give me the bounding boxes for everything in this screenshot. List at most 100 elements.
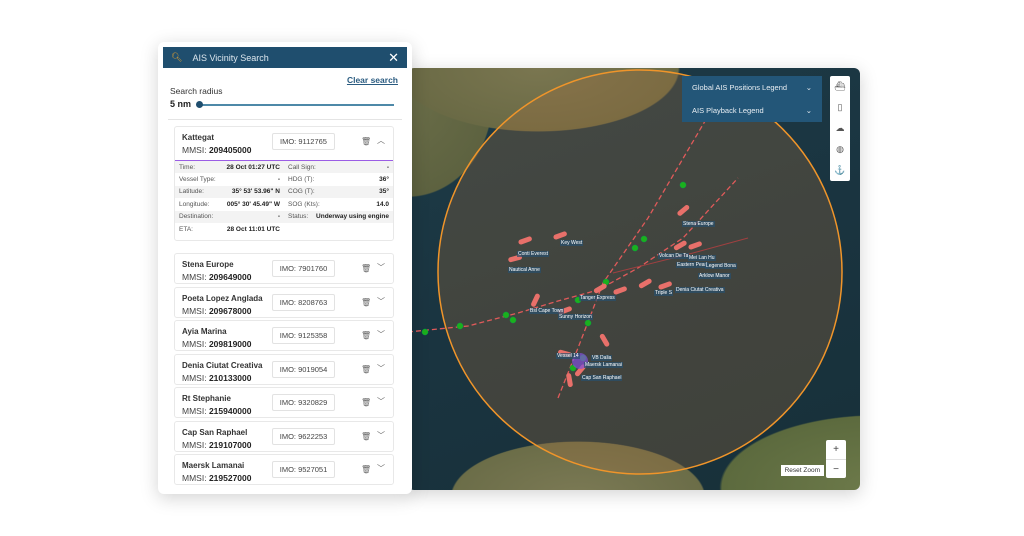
map-icon[interactable]: ▯ [838,97,843,118]
legend-playback-toggle[interactable]: AIS Playback Legend ⌄ [682,99,822,122]
vessel-card[interactable]: Cap San Raphael MMSI: 219107000 IMO: 962… [174,420,394,452]
vessel-card[interactable]: Stena Europe MMSI: 209649000 IMO: 790176… [174,253,394,284]
chevron-down-icon[interactable]: ﹀ [377,463,385,474]
vessel-name: Ayia Marina [182,327,227,336]
vessel-mmsi: MMSI: 209405000 [182,145,252,155]
search-radius-value: 5 nm [170,99,192,109]
chevron-down-icon[interactable]: ﹀ [377,262,385,273]
vessel-label[interactable]: Denia Ciutat Creativa [675,287,725,293]
map-overlay [408,69,843,475]
vessel-card[interactable]: Maersk Lamanai MMSI: 219527000 IMO: 9527… [174,454,394,485]
trash-icon[interactable]: 🗑︎ [361,465,371,474]
vessel-mmsi: MMSI: 215940000 [182,406,252,416]
detail-cell: Vessel Type: - [175,176,284,183]
vessel-imo: IMO: 9622253 [272,427,335,445]
zoom-controls: + − [826,440,846,478]
detail-value: 35° 53' 53.96" N [231,188,280,196]
trash-icon[interactable]: 🗑︎ [361,137,371,146]
vessel-label[interactable]: Cap San Raphael [581,375,623,381]
detail-key: HDG (T): [288,176,315,184]
cloud-icon[interactable]: ☁ [836,118,845,139]
detail-row: Latitude: 35° 53' 53.96" N COG (T): 35° [175,185,393,199]
globe-icon[interactable]: ◍ [836,139,844,160]
detail-key: ETA: [179,225,193,233]
vessel-label[interactable]: Conti Everest [517,251,550,257]
chevron-down-icon[interactable]: ﹀ [377,430,385,441]
chevron-down-icon[interactable]: ﹀ [377,363,385,374]
detail-value: 36° [379,176,389,184]
vessel-imo: IMO: 9125358 [272,327,335,344]
chevron-down-icon: ⌄ [805,83,812,92]
detail-row: Time: 28 Oct 01:27 UTC Call Sign: - [175,161,393,174]
detail-cell: SOG (Kts): 14.0 [284,201,393,208]
chevron-down-icon[interactable]: ﹀ [377,329,385,340]
vessel-imo: IMO: 9019054 [272,360,335,378]
vessel-label[interactable]: Triple S [654,290,674,296]
vessel-card[interactable]: Ayia Marina MMSI: 209819000 IMO: 9125358… [174,320,394,351]
trash-icon[interactable]: 🗑︎ [361,365,371,374]
vessel-label[interactable]: Stena Europe [682,221,715,227]
vessel-card[interactable]: Rt Stephanie MMSI: 215940000 IMO: 932082… [174,387,394,418]
detail-key: Vessel Type: [179,176,216,184]
zoom-out-button[interactable]: − [826,459,846,478]
trash-icon[interactable]: 🗑︎ [361,264,371,273]
detail-row: ETA: 28 Oct 11:01 UTC [175,223,393,235]
trash-icon[interactable]: 🗑︎ [361,432,371,441]
detail-key: Status: [288,213,309,221]
slider-handle[interactable] [196,101,203,108]
vessel-name: Stena Europe [182,260,234,269]
chevron-up-icon[interactable]: ︿ [377,135,385,146]
vessel-label[interactable]: Vessel 14 [556,353,580,359]
legend-global-label: Global AIS Positions Legend [692,83,788,92]
vessel-imo: IMO: 8208763 [272,293,335,311]
vessel-imo: IMO: 9112765 [272,133,335,150]
close-icon[interactable]: ✕ [388,50,399,66]
vessel-name: Maersk Lamanai [182,461,245,470]
detail-cell: Latitude: 35° 53' 53.96" N [175,188,284,195]
detail-value: 35° [379,188,389,196]
chevron-down-icon[interactable]: ﹀ [377,396,385,407]
trash-icon[interactable]: 🗑︎ [361,398,371,407]
detail-key: Time: [179,163,196,171]
ship-icon[interactable]: ⛴ [834,76,845,97]
search-radius-slider[interactable] [198,104,394,106]
detail-cell: Time: 28 Oct 01:27 UTC [175,164,284,171]
map-toolbar: ⛴ ▯ ☁ ◍ ⚓ [830,76,850,181]
vessel-label[interactable]: Volcan De Ta [658,253,690,259]
vessel-card[interactable]: Poeta Lopez Anglada MMSI: 209678000 IMO:… [174,286,394,318]
vessel-imo: IMO: 9527051 [272,461,335,478]
chevron-down-icon[interactable]: ﹀ [377,296,385,307]
vicinity-search-panel: 🔍︎ AIS Vicinity Search ✕ Clear search Se… [158,42,412,494]
vessel-label[interactable]: Key West [560,240,584,246]
reset-zoom-button[interactable]: Reset Zoom [780,465,824,476]
trash-icon[interactable]: 🗑︎ [361,298,371,307]
divider [168,119,402,120]
search-icon: 🔍︎ [171,52,183,62]
vessel-card[interactable]: Denia Ciutat Creativa MMSI: 210133000 IM… [174,353,394,385]
vessel-label[interactable]: Tanger Express [579,295,616,301]
vessel-label[interactable]: Mei Lan Hu [688,255,716,261]
map[interactable]: Stena Europe Conti Everest Key West Naut… [408,68,860,490]
vessel-label[interactable]: Sunny Horizon [558,314,593,320]
vessel-mmsi: MMSI: 219107000 [182,439,252,450]
legend-playback-label: AIS Playback Legend [692,106,764,115]
vessel-card-expanded[interactable]: Kattegat MMSI: 209405000 IMO: 9112765 🗑︎… [174,126,394,241]
anchor-icon[interactable]: ⚓ [834,160,845,181]
vessel-label[interactable]: Nautical Anne [508,267,541,273]
vessel-label[interactable]: Eastern Pearl [676,262,709,268]
panel-title: AIS Vicinity Search [192,52,269,63]
clear-search-link[interactable]: Clear search [347,75,398,85]
vessel-mmsi: MMSI: 210133000 [182,372,252,383]
trash-icon[interactable]: 🗑︎ [361,331,371,340]
vessel-label[interactable]: Maersk Lamanai [584,362,623,368]
vessel-imo: IMO: 7901760 [272,260,335,277]
legend-global-toggle[interactable]: Global AIS Positions Legend ⌄ [682,76,822,99]
vessel-label[interactable]: Legend Bona [705,263,737,269]
vessel-label[interactable]: Arklow Manor [698,273,731,279]
detail-value: 28 Oct 11:01 UTC [226,225,280,233]
vessel-name: Cap San Raphael [182,427,248,437]
vessel-label[interactable]: VB Dalia [591,355,613,361]
zoom-in-button[interactable]: + [826,440,846,459]
detail-value: - [277,176,280,184]
detail-value: Underway using engine [316,213,389,221]
